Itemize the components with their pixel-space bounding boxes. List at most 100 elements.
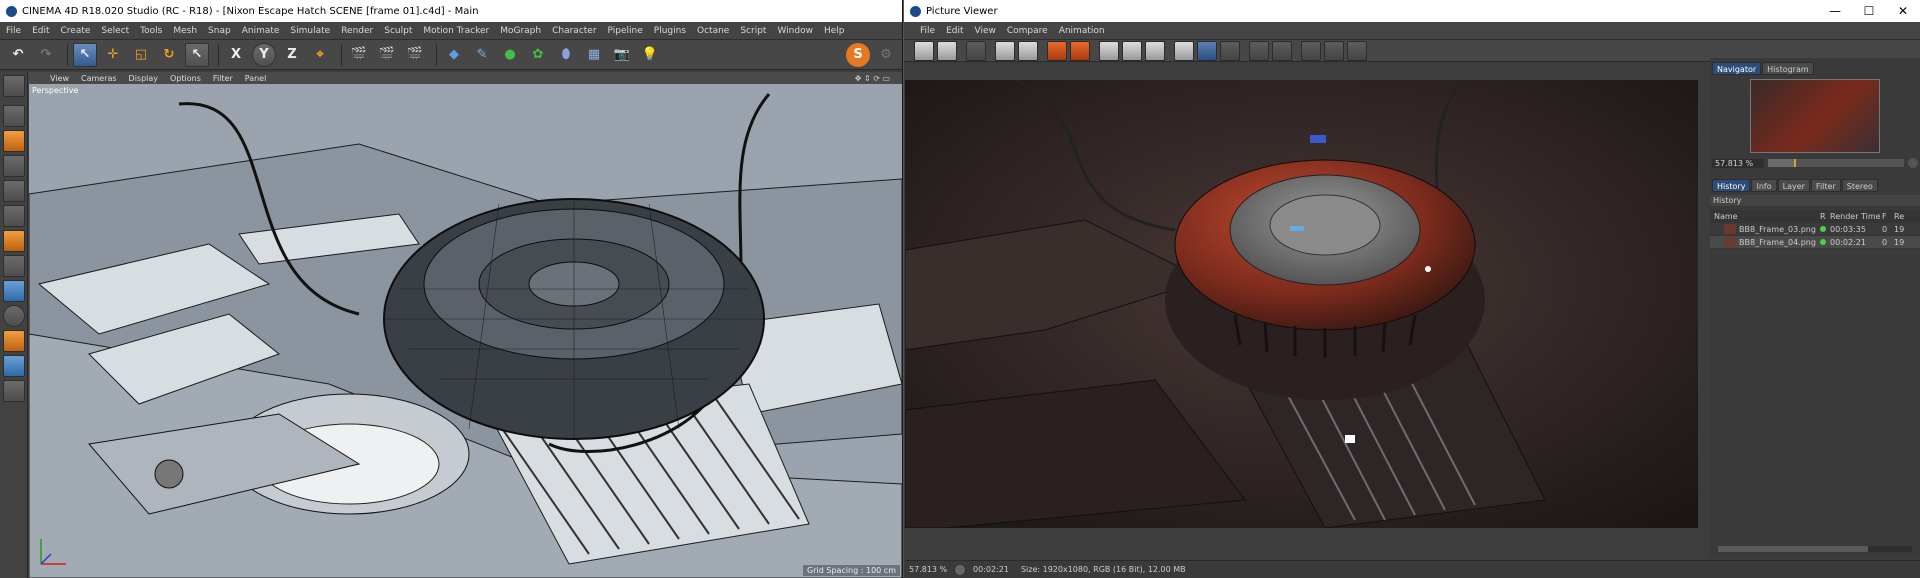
deformer-icon[interactable]: ⬮ — [554, 43, 578, 67]
navigator-zoom-value[interactable]: 57.813 % — [1712, 158, 1764, 168]
tab-stereo[interactable]: Stereo — [1841, 179, 1878, 192]
fit-icon[interactable] — [995, 40, 1015, 61]
table-row[interactable]: BB8_Frame_03.png 00:03:35 0 19 — [1710, 223, 1920, 236]
workplane-icon[interactable] — [3, 155, 25, 177]
compare-b-icon[interactable] — [1145, 40, 1165, 61]
edge-mode-icon[interactable] — [3, 205, 25, 227]
recent-tool-icon[interactable]: ↖ — [185, 42, 209, 67]
grid-icon[interactable] — [1197, 40, 1217, 61]
save-icon[interactable] — [937, 40, 957, 61]
tab-histogram[interactable]: Histogram — [1762, 62, 1814, 75]
tab-layer[interactable]: Layer — [1777, 179, 1810, 192]
point-mode-icon[interactable] — [3, 180, 25, 202]
menu-select[interactable]: Select — [101, 26, 129, 36]
swap-icon[interactable] — [1301, 40, 1321, 61]
stop-icon[interactable] — [1070, 40, 1090, 61]
menu-create[interactable]: Create — [61, 26, 91, 36]
light-icon[interactable]: 💡 — [638, 43, 662, 67]
col-f[interactable]: F — [1882, 212, 1894, 221]
menu-edit[interactable]: Edit — [32, 26, 49, 36]
navigator-thumbnail[interactable] — [1750, 79, 1880, 153]
menu-animate[interactable]: Animate — [242, 26, 280, 36]
rotate-icon[interactable]: ↻ — [157, 43, 181, 67]
render-settings-icon[interactable]: 🎬 — [403, 43, 427, 67]
menu-script[interactable]: Script — [740, 26, 766, 36]
undo-icon[interactable]: ↶ — [6, 43, 30, 67]
split-icon[interactable] — [1324, 40, 1344, 61]
redo-icon[interactable]: ↷ — [34, 43, 58, 67]
pv-menu-edit[interactable]: Edit — [946, 26, 963, 36]
axis-mode-icon[interactable] — [3, 255, 25, 277]
menu-tools[interactable]: Tools — [140, 26, 162, 36]
layout-menu-icon[interactable]: ⚙ — [874, 43, 898, 67]
set-a-icon[interactable] — [1249, 40, 1269, 61]
menu-snap[interactable]: Snap — [208, 26, 231, 36]
menu-window[interactable]: Window — [777, 26, 813, 36]
snap-icon[interactable] — [3, 305, 25, 327]
make-editable-icon[interactable] — [3, 75, 25, 97]
x-axis-button[interactable]: X — [224, 43, 248, 67]
zoom-icon[interactable] — [1018, 40, 1038, 61]
sculpt-icon[interactable] — [3, 330, 25, 352]
viewport-menu-display[interactable]: Display — [129, 74, 159, 83]
menu-mesh[interactable]: Mesh — [173, 26, 197, 36]
alpha-icon[interactable] — [1220, 40, 1240, 61]
menu-mograph[interactable]: MoGraph — [500, 26, 541, 36]
array-icon[interactable]: ✿ — [526, 43, 550, 67]
layout-switch-icon[interactable]: S — [846, 42, 870, 67]
z-axis-button[interactable]: Z — [280, 43, 304, 67]
viewport-menu-panel[interactable]: Panel — [245, 74, 267, 83]
menu-motion-tracker[interactable]: Motion Tracker — [423, 26, 489, 36]
viewport-menu-cameras[interactable]: Cameras — [81, 74, 117, 83]
pv-menu-compare[interactable]: Compare — [1007, 26, 1048, 36]
zoom-step-icon[interactable] — [1908, 158, 1918, 168]
lock-workplane-icon[interactable] — [3, 355, 25, 377]
pv-menu-view[interactable]: View — [975, 26, 996, 36]
model-mode-icon[interactable] — [3, 105, 25, 127]
menu-sculpt[interactable]: Sculpt — [384, 26, 412, 36]
status-zoom-step-icon[interactable] — [955, 564, 965, 575]
polygon-mode-icon[interactable] — [3, 230, 25, 252]
pv-menu-animation[interactable]: Animation — [1059, 26, 1105, 36]
tab-info[interactable]: Info — [1751, 179, 1777, 192]
menu-help[interactable]: Help — [824, 26, 845, 36]
viewport-menu-filter[interactable]: Filter — [213, 74, 233, 83]
channel-icon[interactable] — [1174, 40, 1194, 61]
table-row[interactable]: BB8_Frame_04.png 00:02:21 0 19 — [1710, 236, 1920, 249]
maximize-icon[interactable]: ☐ — [1852, 4, 1886, 18]
camera-icon[interactable]: 📷 — [610, 43, 634, 67]
pen-icon[interactable]: ✎ — [470, 43, 494, 67]
col-name[interactable]: Name — [1710, 212, 1820, 221]
menu-render[interactable]: Render — [341, 26, 373, 36]
tab-history[interactable]: History — [1712, 179, 1751, 192]
col-re[interactable]: Re — [1894, 212, 1904, 221]
render-view-icon[interactable]: 🎬 — [347, 43, 371, 67]
col-render-time[interactable]: Render Time — [1830, 212, 1882, 221]
menu-pipeline[interactable]: Pipeline — [608, 26, 643, 36]
history-scrollbar[interactable] — [1718, 546, 1912, 552]
render-icon[interactable] — [1047, 40, 1067, 61]
render-picture-viewer-icon[interactable]: 🎬 — [375, 43, 399, 67]
cube-icon[interactable]: ◆ — [442, 43, 466, 67]
tweak-mode-icon[interactable] — [3, 280, 25, 302]
set-b-icon[interactable] — [1272, 40, 1292, 61]
close-icon[interactable]: ✕ — [1886, 4, 1920, 18]
viewport-nav-icons[interactable]: ✥ ⇕ ⟳ ▭ — [855, 74, 890, 83]
status-zoom[interactable]: 57.813 % — [905, 565, 955, 574]
menu-plugins[interactable]: Plugins — [654, 26, 686, 36]
scale-icon[interactable]: ◱ — [129, 43, 153, 67]
minimize-icon[interactable]: — — [1818, 4, 1852, 18]
menu-character[interactable]: Character — [552, 26, 596, 36]
copy-icon[interactable] — [966, 40, 986, 61]
menu-simulate[interactable]: Simulate — [290, 26, 330, 36]
subdivision-icon[interactable]: ● — [498, 43, 522, 67]
tab-filter[interactable]: Filter — [1810, 179, 1841, 192]
tab-navigator[interactable]: Navigator — [1712, 62, 1762, 75]
viewport-menu-options[interactable]: Options — [170, 74, 201, 83]
floor-icon[interactable]: ▦ — [582, 43, 606, 67]
texture-mode-icon[interactable] — [3, 130, 25, 152]
compare-a-icon[interactable] — [1122, 40, 1142, 61]
y-axis-button[interactable]: Y — [252, 42, 276, 67]
coordinate-system-icon[interactable]: ⌖ — [308, 43, 332, 67]
navigator-zoom-slider[interactable] — [1768, 159, 1904, 167]
